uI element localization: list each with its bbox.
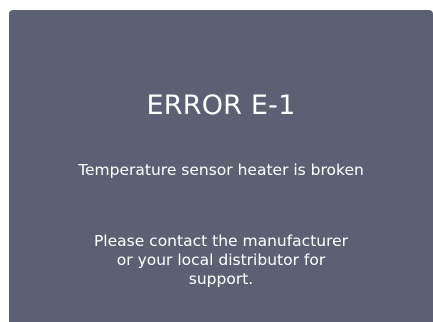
- support-line: or your local distributor for: [116, 251, 326, 269]
- error-panel: ERROR E-1 Temperature sensor heater is b…: [9, 10, 433, 322]
- support-line: support.: [188, 270, 254, 288]
- support-line: Please contact the manufacturer: [93, 232, 349, 250]
- error-title: ERROR E-1: [146, 90, 296, 121]
- error-message: Temperature sensor heater is broken: [78, 161, 364, 179]
- support-text: Please contact the manufacturer or your …: [49, 232, 393, 289]
